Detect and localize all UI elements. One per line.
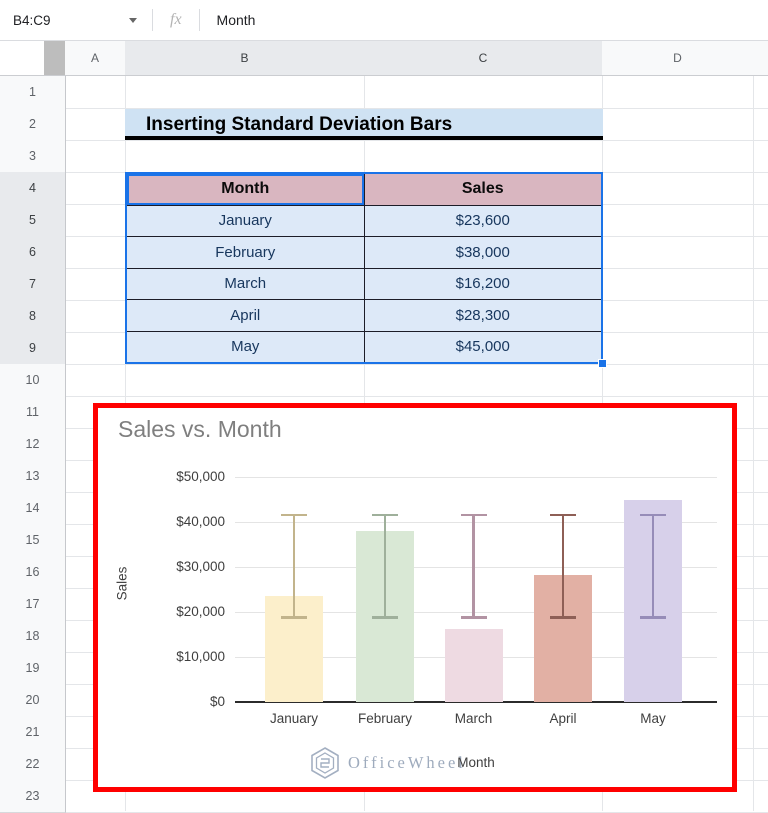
- table-cell[interactable]: March: [127, 268, 365, 299]
- row-header-18[interactable]: 18: [0, 620, 66, 653]
- table-row: May $45,000: [127, 331, 601, 362]
- table-cell[interactable]: January: [127, 205, 365, 236]
- bar-march: [444, 629, 503, 702]
- table-cell[interactable]: February: [127, 237, 365, 268]
- row-header-12[interactable]: 12: [0, 428, 66, 461]
- row-header-5[interactable]: 5: [0, 204, 66, 237]
- error-bar-cap-bottom: [460, 616, 487, 619]
- x-tick-label: February: [357, 711, 413, 726]
- grid-line: [753, 76, 754, 811]
- grid-line: [65, 364, 768, 365]
- divider: [198, 9, 200, 31]
- row-header-6[interactable]: 6: [0, 236, 66, 269]
- y-tick-label: $40,000: [176, 514, 225, 529]
- row-header-13[interactable]: 13: [0, 460, 66, 493]
- y-tick-label: $10,000: [176, 649, 225, 664]
- error-bar: [651, 514, 655, 618]
- chart-area[interactable]: Sales vs. Month $0 $10,000 $20,000 $30,000 $…: [93, 403, 737, 792]
- error-bar-cap-top: [640, 513, 666, 516]
- column-header-d[interactable]: D: [602, 41, 754, 75]
- error-bar-cap-bottom: [640, 616, 666, 619]
- table-cell[interactable]: $45,000: [364, 331, 601, 362]
- select-all-corner[interactable]: [0, 41, 66, 75]
- grid-line: [65, 396, 768, 397]
- y-tick-label: $50,000: [176, 469, 225, 484]
- row-header-3[interactable]: 3: [0, 140, 66, 173]
- fx-icon: fx: [170, 11, 182, 28]
- table-cell[interactable]: $16,200: [364, 268, 601, 299]
- table-cell[interactable]: April: [127, 300, 365, 331]
- table-row: March $16,200: [127, 268, 601, 300]
- table-header-month[interactable]: Month: [127, 174, 365, 205]
- row-header-11[interactable]: 11: [0, 396, 66, 429]
- error-bar: [561, 514, 565, 618]
- formula-bar: B4:C9 fx Month: [0, 0, 768, 41]
- table-row: January $23,600: [127, 205, 601, 237]
- table-row: April $28,300: [127, 300, 601, 332]
- error-bar-cap-bottom: [550, 616, 576, 619]
- row-header-2[interactable]: 2: [0, 108, 66, 141]
- x-axis-title: Month: [457, 755, 495, 770]
- x-tick-label: May: [640, 711, 666, 726]
- table-cell[interactable]: $38,000: [364, 237, 601, 268]
- formula-input[interactable]: Month: [217, 12, 256, 28]
- row-header-7[interactable]: 7: [0, 268, 66, 301]
- row-header-21[interactable]: 21: [0, 716, 66, 749]
- x-tick-label: January: [269, 711, 319, 726]
- grid-line: [65, 140, 768, 141]
- x-tick-label: March: [454, 711, 493, 726]
- error-bar: [292, 514, 296, 618]
- table-cell[interactable]: $28,300: [364, 300, 601, 331]
- error-bar-cap-top: [281, 513, 307, 516]
- column-header[interactable]: [753, 41, 768, 75]
- table-header-sales[interactable]: Sales: [364, 174, 601, 205]
- banner-text: Inserting Standard Deviation Bars: [146, 114, 453, 135]
- title-banner-cell[interactable]: Inserting Standard Deviation Bars: [125, 109, 603, 140]
- column-header-b[interactable]: B: [125, 41, 365, 75]
- x-tick-label: April: [549, 711, 577, 726]
- column-header-c[interactable]: C: [364, 41, 603, 75]
- error-bar: [472, 514, 475, 618]
- row-header-16[interactable]: 16: [0, 556, 66, 589]
- error-bar-cap-bottom: [372, 616, 398, 619]
- row-header-22[interactable]: 22: [0, 748, 66, 781]
- row-header-4[interactable]: 4: [0, 172, 66, 205]
- column-header-strip: ABCD: [0, 41, 768, 76]
- chart-title: Sales vs. Month: [118, 416, 282, 442]
- y-tick-label: $0: [209, 694, 225, 709]
- table-header-row: Month Sales: [127, 174, 601, 206]
- error-bar-cap-top: [460, 513, 487, 516]
- y-tick-label: $30,000: [176, 559, 225, 574]
- y-axis-title: Sales: [114, 566, 130, 601]
- y-tick-label: $20,000: [176, 604, 225, 619]
- row-header-23[interactable]: 23: [0, 780, 66, 813]
- name-box[interactable]: B4:C9: [0, 13, 129, 28]
- row-header-20[interactable]: 20: [0, 684, 66, 717]
- chart-gridline: [235, 477, 717, 478]
- selection-fill-handle[interactable]: [598, 359, 607, 368]
- row-header-14[interactable]: 14: [0, 492, 66, 525]
- row-header-19[interactable]: 19: [0, 652, 66, 685]
- error-bar-cap-top: [550, 513, 576, 516]
- name-box-dropdown-icon[interactable]: [129, 17, 137, 23]
- error-bar-cap-top: [372, 513, 398, 516]
- data-table: Month Sales January $23,600 February $38,000 M…: [125, 172, 603, 364]
- error-bar: [383, 514, 387, 618]
- divider: [152, 9, 153, 31]
- row-header-15[interactable]: 15: [0, 524, 66, 557]
- row-header-10[interactable]: 10: [0, 364, 66, 397]
- corner-knob: [44, 41, 65, 75]
- row-header-17[interactable]: 17: [0, 588, 66, 621]
- row-header-1[interactable]: 1: [0, 76, 66, 109]
- column-header-a[interactable]: A: [65, 41, 126, 75]
- table-cell[interactable]: May: [127, 331, 365, 362]
- table-cell[interactable]: $23,600: [364, 205, 601, 236]
- table-row: February $38,000: [127, 237, 601, 269]
- row-header-8[interactable]: 8: [0, 300, 66, 333]
- row-header-9[interactable]: 9: [0, 332, 66, 365]
- error-bar-cap-bottom: [281, 616, 307, 619]
